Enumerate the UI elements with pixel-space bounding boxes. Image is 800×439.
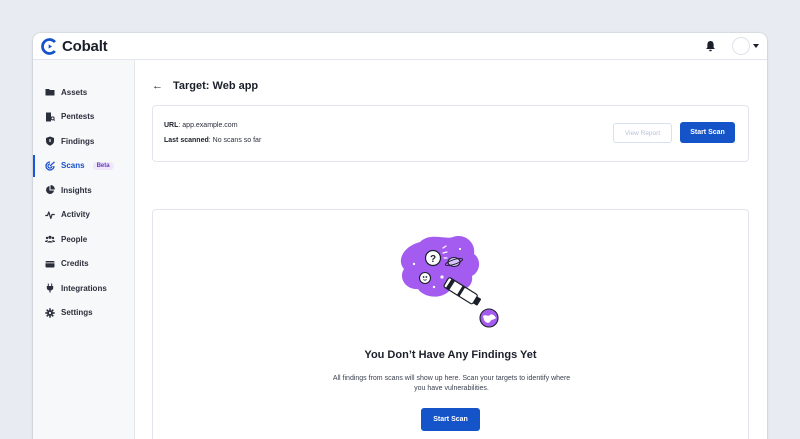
pentest-doc-icon	[45, 112, 55, 122]
sidebar-item-assets[interactable]: Assets	[33, 80, 134, 105]
page-header: ← Target: Web app	[152, 80, 258, 92]
sidebar-item-label: Settings	[61, 308, 93, 318]
sidebar-item-integrations[interactable]: Integrations	[33, 276, 134, 301]
avatar[interactable]	[732, 37, 750, 55]
sidebar-item-credits[interactable]: Credits	[33, 252, 134, 277]
url-value: : app.example.com	[178, 122, 238, 129]
sidebar: Assets Pentests Findings Scans Beta Insi…	[33, 60, 135, 439]
empty-state-start-scan-button[interactable]: Start Scan	[421, 408, 480, 431]
bell-icon[interactable]	[705, 40, 716, 52]
telescope-planets-illustration: ?	[400, 236, 499, 328]
sidebar-item-insights[interactable]: Insights	[33, 178, 134, 203]
logo-text: Cobalt	[62, 37, 108, 55]
sidebar-item-label: Credits	[61, 259, 89, 269]
sidebar-item-findings[interactable]: Findings	[33, 129, 134, 154]
sidebar-item-label: Assets	[61, 87, 88, 97]
arrow-left-icon[interactable]: ←	[152, 80, 163, 92]
sidebar-item-label: Findings	[61, 136, 95, 146]
app-window: Cobalt Assets Pentests Findings Scans Be…	[33, 33, 767, 439]
folder-icon	[45, 87, 55, 97]
wallet-icon	[45, 259, 55, 269]
empty-state-description: All findings from scans will show up her…	[332, 375, 571, 392]
main-content: ← Target: Web app URL: app.example.com L…	[135, 60, 767, 439]
people-icon	[45, 234, 55, 244]
sidebar-item-label: Pentests	[61, 112, 95, 122]
view-report-button[interactable]: View Report	[613, 123, 672, 143]
shield-icon	[45, 136, 55, 146]
top-bar: Cobalt	[33, 33, 767, 60]
target-info-card: URL: app.example.com Last scanned: No sc…	[152, 105, 749, 162]
sidebar-item-label: Integrations	[61, 283, 107, 293]
sidebar-item-people[interactable]: People	[33, 227, 134, 252]
empty-state-title: You Don’t Have Any Findings Yet	[364, 349, 537, 361]
sidebar-item-label: Insights	[61, 185, 92, 195]
url-label: URL	[164, 122, 179, 129]
start-scan-button[interactable]: Start Scan	[680, 122, 735, 143]
svg-text:?: ?	[430, 254, 436, 265]
sidebar-item-label: People	[61, 234, 88, 244]
last-scanned-label: Last scanned	[164, 137, 209, 144]
sidebar-item-label: Scans	[61, 161, 85, 171]
sidebar-item-activity[interactable]: Activity	[33, 203, 134, 228]
pie-chart-icon	[45, 185, 55, 195]
sidebar-item-label: Activity	[61, 210, 90, 220]
gear-icon	[45, 308, 55, 318]
empty-state-card: ? You Don’t Have Any Findings Yet All fi…	[152, 209, 749, 439]
page-title: Target: Web app	[173, 80, 259, 92]
last-scanned-value: : No scans so far	[208, 137, 262, 144]
pulse-icon	[45, 210, 55, 220]
sidebar-item-scans[interactable]: Scans Beta	[33, 154, 134, 179]
beta-badge: Beta	[92, 161, 114, 170]
sidebar-item-pentests[interactable]: Pentests	[33, 105, 134, 130]
account-menu[interactable]	[732, 37, 759, 55]
cobalt-logo-icon	[41, 37, 58, 55]
sidebar-item-settings[interactable]: Settings	[33, 301, 134, 326]
chevron-down-icon[interactable]	[753, 44, 759, 48]
plug-icon	[45, 283, 55, 293]
url-row: URL: app.example.com	[164, 122, 238, 129]
scan-radar-icon	[45, 161, 55, 171]
last-scanned-row: Last scanned: No scans so far	[164, 137, 261, 144]
logo[interactable]: Cobalt	[41, 37, 108, 55]
